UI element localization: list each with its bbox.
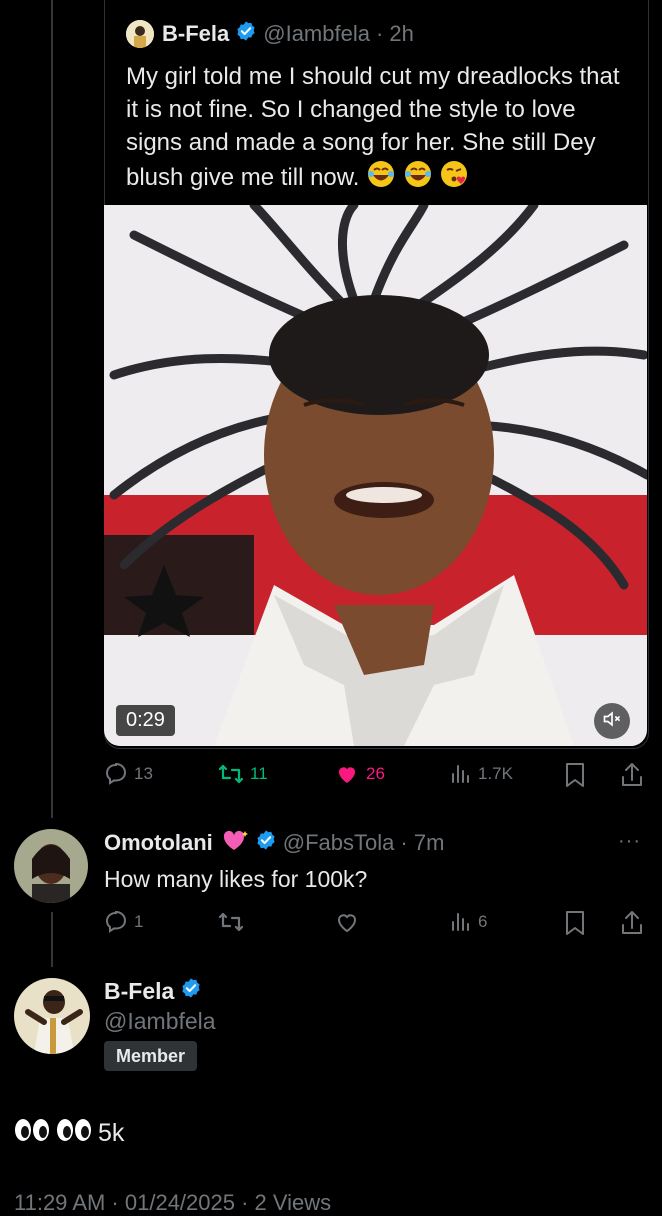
repost-icon [218,910,244,934]
composer-text-line: 5k [14,1116,124,1151]
reply-repost-action[interactable] [218,910,244,934]
eyes-emoji-icon [14,1116,50,1151]
reply-author-avatar[interactable] [14,829,88,903]
reply-action[interactable]: 13 [104,762,153,786]
more-icon: ··· [618,830,641,852]
reply-text: How many likes for 100k? [104,866,368,892]
composer-footer: 11:29 AM · 01/24/2025 · 2 Views [14,1190,332,1215]
bookmark-action[interactable] [564,762,586,788]
bookmark-icon [564,910,586,936]
quoted-header: B-Fela @Iambfela · 2h [162,20,414,48]
quoted-time: · 2h [375,21,414,46]
composer-author-avatar[interactable] [14,978,90,1054]
composer-text: 5k [98,1119,125,1147]
video-frame [104,205,647,746]
reply-views-action[interactable]: 6 [450,910,487,934]
laughing-emoji-icon [366,159,396,198]
reply-more-button[interactable]: ··· [618,830,641,853]
laughing-emoji-icon [403,159,433,198]
reply-icon [104,910,128,934]
share-icon [620,910,644,936]
mute-button[interactable] [594,703,630,739]
quoted-text-block: My girl told me I should cut my dreadloc… [126,60,631,198]
composer-author-handle[interactable]: @Iambfela [104,1008,216,1035]
composer-author-name[interactable]: B-Fela [104,978,174,1005]
repost-icon [218,762,244,786]
reply-header: Omotolani @FabsTola · 7m [104,828,444,858]
video-duration-badge: 0:29 [116,705,175,736]
mute-icon [602,709,622,734]
member-badge: Member [104,1041,198,1071]
reply-time: · 7m [400,830,445,855]
share-icon [620,762,644,788]
reply-author-name[interactable]: Omotolani [104,830,213,856]
views-action[interactable]: 1.7K [450,762,513,786]
quoted-author-avatar[interactable] [126,20,154,48]
reply-thread-line [51,912,53,967]
like-count: 26 [366,764,385,783]
reply-bookmark-action[interactable] [564,910,586,936]
heart-icon [334,762,360,786]
reply-reply-action[interactable]: 1 [104,910,143,934]
video-duration: 0:29 [126,709,165,731]
reply-reply-count: 1 [134,912,144,931]
thread-line [51,0,53,818]
bookmark-icon [564,762,586,788]
reply-author-handle[interactable]: @FabsTola [283,830,395,856]
sparkling-heart-icon [219,828,249,858]
like-action[interactable]: 26 [334,762,385,786]
reply-like-action[interactable] [334,910,360,934]
video-player[interactable]: 0:29 [104,205,647,746]
eyes-emoji-icon [56,1116,92,1151]
share-action[interactable] [620,762,644,788]
repost-action[interactable]: 11 [218,762,268,786]
composer-header: B-Fela [104,976,202,1006]
verified-badge-icon [255,829,277,857]
heart-icon [334,910,360,934]
verified-badge-icon [180,977,202,1005]
views-icon [450,910,472,934]
views-icon [450,762,472,786]
quoted-author-name[interactable]: B-Fela [162,21,229,47]
views-count: 1.7K [478,764,513,783]
reply-views-count: 6 [478,912,488,931]
quoted-author-handle[interactable]: @Iambfela [263,21,370,47]
kiss-emoji-icon [439,159,469,198]
reply-count: 13 [134,764,153,783]
reply-share-action[interactable] [620,910,644,936]
reply-icon [104,762,128,786]
repost-count: 11 [250,764,268,783]
verified-badge-icon [235,20,257,48]
